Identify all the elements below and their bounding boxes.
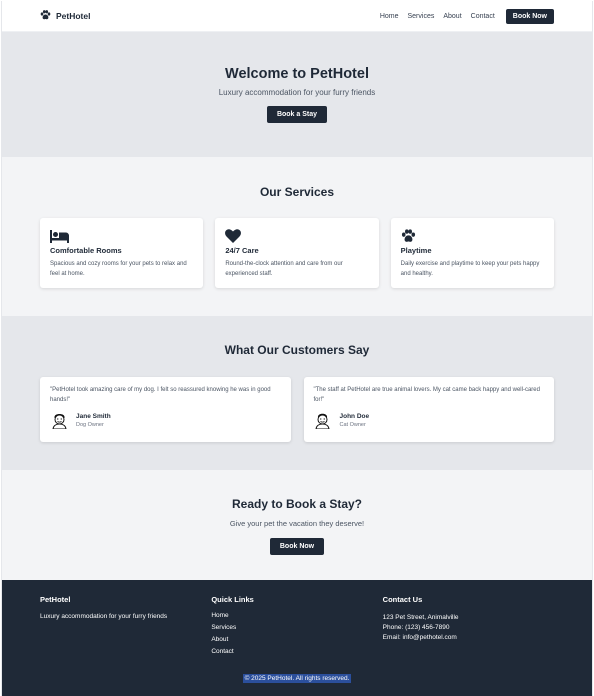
testimonial-quote: "The staff at PetHotel are true animal l…: [313, 387, 540, 403]
hero-subtitle: Luxury accommodation for your furry frie…: [218, 88, 376, 97]
cta-section: Ready to Book a Stay? Give your pet the …: [2, 470, 592, 580]
brand-name: PetHotel: [56, 11, 91, 21]
hero-title: Welcome to PetHotel: [225, 66, 369, 82]
service-card-rooms: Comfortable Rooms Spacious and cozy room…: [40, 218, 204, 288]
footer-contact-column: Contact Us 123 Pet Street, Animalville P…: [383, 595, 554, 660]
contact-us-title: Contact Us: [382, 595, 423, 604]
testimonial-cards: "PetHotel took amazing care of my dog. I…: [2, 377, 592, 442]
service-title: Playtime: [400, 246, 432, 255]
quick-links-title: Quick Links: [211, 595, 254, 604]
service-card-care: 24/7 Care Round-the-clock attention and …: [215, 218, 379, 288]
cta-title: Ready to Book a Stay?: [231, 497, 363, 511]
contact-email: Email: info@pethotel.com: [382, 634, 457, 641]
footer-columns: PetHotel Luxury accommodation for your f…: [2, 580, 592, 660]
nav-link-contact[interactable]: Contact: [471, 13, 495, 20]
nav-link-about[interactable]: About: [443, 13, 461, 20]
bed-icon: [50, 229, 193, 243]
testimonials-title: What Our Customers Say: [224, 343, 370, 357]
service-card-playtime: Playtime Daily exercise and playtime to …: [390, 218, 554, 288]
footer-brand: PetHotel: [40, 595, 71, 604]
service-title: Comfortable Rooms: [50, 246, 122, 255]
hero-section: Welcome to PetHotel Luxury accommodation…: [2, 32, 592, 157]
services-title: Our Services: [259, 185, 335, 199]
author-name: Jane Smith: [76, 412, 111, 420]
book-now-button[interactable]: Book Now: [269, 538, 325, 555]
paw-icon: [401, 229, 544, 243]
footer: PetHotel Luxury accommodation for your f…: [2, 580, 592, 696]
footer-link-contact[interactable]: Contact: [211, 648, 382, 655]
service-text: Spacious and cozy rooms for your pets to…: [50, 261, 187, 277]
avatar: [50, 411, 68, 429]
testimonial-author: Jane Smith Dog Owner: [50, 411, 281, 429]
testimonial-author: John Doe Cat Owner: [314, 411, 545, 429]
book-now-nav-button[interactable]: Book Now: [505, 8, 554, 24]
service-text: Daily exercise and playtime to keep your…: [400, 261, 540, 277]
footer-links: Home Services About Contact: [211, 612, 382, 655]
author-role: Cat Owner: [339, 421, 366, 428]
footer-link-home[interactable]: Home: [211, 612, 382, 619]
footer-links-column: Quick Links Home Services About Contact: [211, 595, 382, 660]
testimonial-card: "PetHotel took amazing care of my dog. I…: [40, 377, 291, 442]
page: PetHotel Home Services About Contact Boo…: [1, 1, 593, 696]
author-role: Dog Owner: [76, 421, 104, 428]
services-section: Our Services Comfortable Rooms Spacious …: [2, 157, 592, 316]
cta-subtitle: Give your pet the vacation they deserve!: [229, 519, 365, 528]
service-cards: Comfortable Rooms Spacious and cozy room…: [2, 218, 592, 288]
paw-icon: [40, 7, 51, 25]
author-name: John Doe: [339, 412, 370, 420]
copyright: © 2025 PetHotel. All rights reserved.: [2, 667, 592, 685]
contact-address: 123 Pet Street, Animalville: [382, 614, 459, 621]
testimonial-quote: "PetHotel took amazing care of my dog. I…: [50, 387, 271, 403]
copyright-text: © 2025 PetHotel. All rights reserved.: [242, 674, 352, 683]
brand[interactable]: PetHotel: [40, 7, 90, 25]
footer-link-about[interactable]: About: [211, 636, 382, 643]
top-nav: PetHotel Home Services About Contact Boo…: [2, 1, 592, 32]
contact-phone: Phone: (123) 456-7890: [382, 624, 450, 631]
testimonials-section: What Our Customers Say "PetHotel took am…: [2, 316, 592, 470]
nav-links: Home Services About Contact Book Now: [380, 8, 554, 24]
contact-details: 123 Pet Street, Animalville Phone: (123)…: [383, 613, 554, 643]
footer-tagline: Luxury accommodation for your furry frie…: [40, 613, 168, 620]
footer-brand-column: PetHotel Luxury accommodation for your f…: [40, 595, 211, 660]
footer-link-services[interactable]: Services: [211, 624, 382, 631]
testimonial-card: "The staff at PetHotel are true animal l…: [303, 377, 554, 442]
book-a-stay-button[interactable]: Book a Stay: [266, 106, 328, 123]
heart-icon: [225, 229, 368, 243]
service-title: 24/7 Care: [225, 246, 259, 255]
avatar: [314, 411, 332, 429]
nav-link-home[interactable]: Home: [380, 13, 399, 20]
service-text: Round-the-clock attention and care from …: [225, 261, 343, 277]
nav-link-services[interactable]: Services: [408, 13, 435, 20]
